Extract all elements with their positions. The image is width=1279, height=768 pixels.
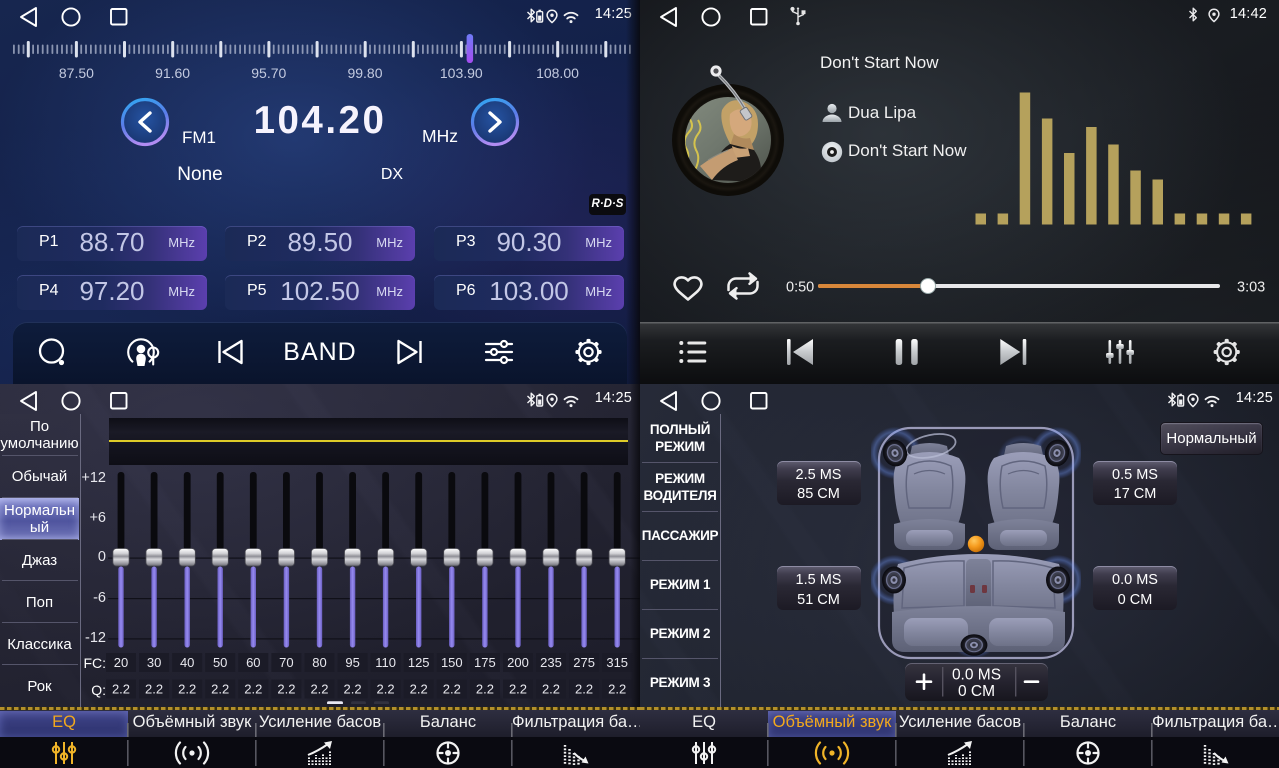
svg-text:103.90: 103.90 <box>440 65 483 81</box>
svg-text:3:03: 3:03 <box>1237 280 1265 296</box>
svg-text:0:50: 0:50 <box>786 280 814 296</box>
svg-text:95.70: 95.70 <box>251 65 286 81</box>
svg-text:70: 70 <box>279 655 293 670</box>
svg-text:50: 50 <box>213 655 227 670</box>
svg-text:80: 80 <box>312 655 326 670</box>
svg-text:0.0 MS: 0.0 MS <box>952 667 1001 684</box>
svg-text:235: 235 <box>540 655 562 670</box>
svg-text:87.50: 87.50 <box>59 65 94 81</box>
svg-text:2.2: 2.2 <box>145 682 163 697</box>
svg-text:200: 200 <box>507 655 529 670</box>
svg-text:2.2: 2.2 <box>377 682 395 697</box>
svg-text:30: 30 <box>147 655 161 670</box>
svg-text:2.2: 2.2 <box>344 682 362 697</box>
svg-text:2.2: 2.2 <box>542 682 560 697</box>
svg-text:FC:: FC: <box>83 655 106 671</box>
svg-text:110: 110 <box>375 655 396 670</box>
svg-text:20: 20 <box>114 655 128 670</box>
svg-text:150: 150 <box>441 655 463 670</box>
svg-text:95: 95 <box>345 655 359 670</box>
svg-text:2.2: 2.2 <box>410 682 428 697</box>
svg-text:2.2: 2.2 <box>310 682 328 697</box>
svg-text:315: 315 <box>606 655 628 670</box>
svg-text:Q:: Q: <box>91 682 106 698</box>
svg-text:2.2: 2.2 <box>608 682 626 697</box>
svg-text:60: 60 <box>246 655 260 670</box>
svg-text:2.2: 2.2 <box>178 682 196 697</box>
svg-text:2.2: 2.2 <box>575 682 593 697</box>
svg-text:2.2: 2.2 <box>244 682 262 697</box>
svg-text:108.00: 108.00 <box>536 65 579 81</box>
svg-text:2.2: 2.2 <box>112 682 130 697</box>
svg-text:99.80: 99.80 <box>347 65 382 81</box>
svg-text:175: 175 <box>474 655 496 670</box>
svg-text:2.2: 2.2 <box>443 682 461 697</box>
svg-text:2.2: 2.2 <box>211 682 229 697</box>
svg-text:2.2: 2.2 <box>277 682 295 697</box>
svg-text:BAND: BAND <box>283 338 356 366</box>
svg-text:2.2: 2.2 <box>509 682 527 697</box>
svg-text:2.2: 2.2 <box>476 682 494 697</box>
svg-text:275: 275 <box>573 655 595 670</box>
svg-text:125: 125 <box>408 655 430 670</box>
svg-text:40: 40 <box>180 655 194 670</box>
svg-text:91.60: 91.60 <box>155 65 190 81</box>
svg-text:0 CM: 0 CM <box>958 683 995 700</box>
